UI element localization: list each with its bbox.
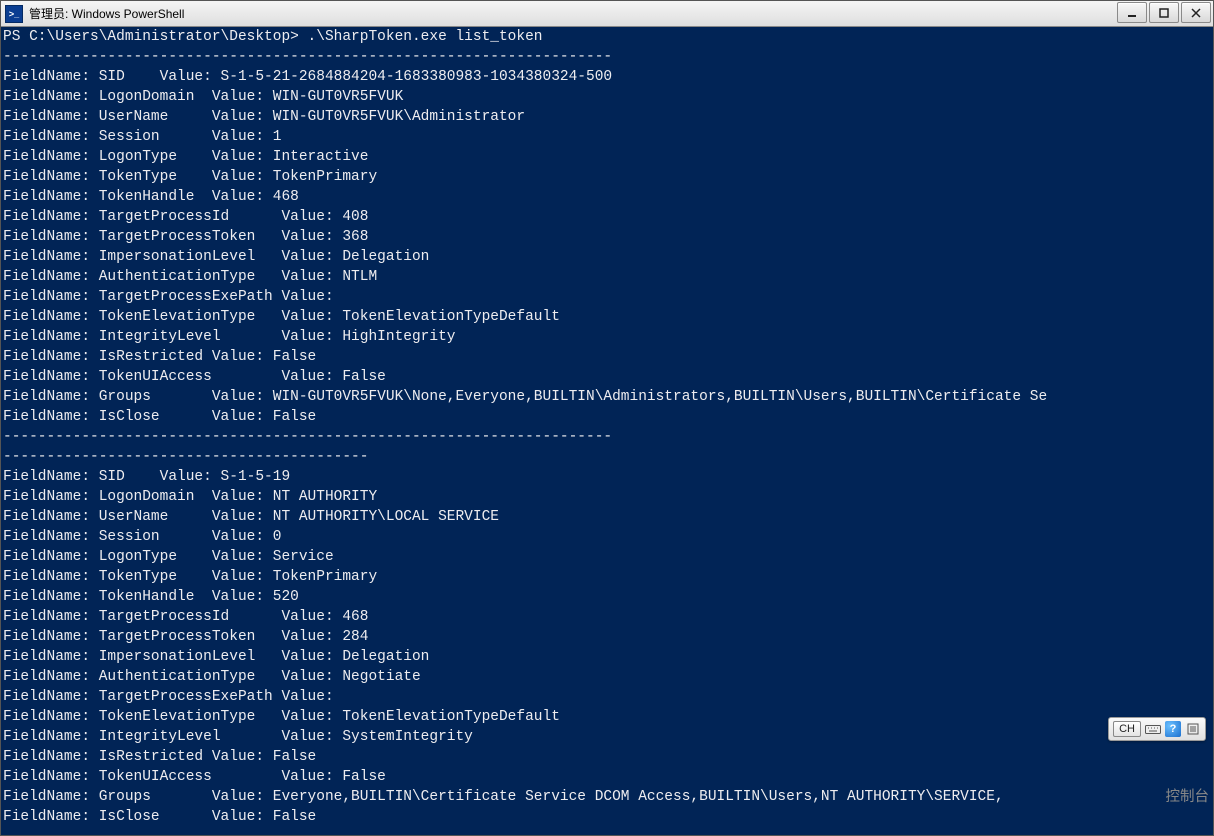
terminal-line: FieldName: IntegrityLevel Value: HighInt…: [3, 327, 1211, 347]
terminal-line: FieldName: TargetProcessId Value: 408: [3, 207, 1211, 227]
powershell-icon: >_: [5, 5, 23, 23]
maximize-button[interactable]: [1149, 2, 1179, 23]
terminal-line: FieldName: ImpersonationLevel Value: Del…: [3, 247, 1211, 267]
terminal-line: FieldName: TokenUIAccess Value: False: [3, 367, 1211, 387]
terminal-line: FieldName: TargetProcessExePath Value:: [3, 287, 1211, 307]
terminal-line: FieldName: Session Value: 0: [3, 527, 1211, 547]
terminal-line: FieldName: TokenHandle Value: 468: [3, 187, 1211, 207]
powershell-window: >_ 管理员: Windows PowerShell PS C:\Users\A…: [0, 0, 1214, 836]
terminal-line: FieldName: LogonType Value: Interactive: [3, 147, 1211, 167]
options-icon[interactable]: [1185, 721, 1201, 737]
terminal-line: ----------------------------------------…: [3, 427, 1211, 447]
ime-mode-indicator[interactable]: CH: [1113, 721, 1141, 737]
terminal-line: ----------------------------------------…: [3, 47, 1211, 67]
terminal-line: FieldName: Session Value: 1: [3, 127, 1211, 147]
terminal-line: FieldName: IsClose Value: False: [3, 807, 1211, 827]
terminal-line: FieldName: IntegrityLevel Value: SystemI…: [3, 727, 1211, 747]
terminal-line: FieldName: LogonDomain Value: WIN-GUT0VR…: [3, 87, 1211, 107]
terminal-line: FieldName: UserName Value: NT AUTHORITY\…: [3, 507, 1211, 527]
truncated-text: 控制台: [1166, 787, 1210, 807]
terminal-line: ----------------------------------------…: [3, 447, 1211, 467]
terminal-line: FieldName: TargetProcessExePath Value:: [3, 687, 1211, 707]
terminal-line: FieldName: SID Value: S-1-5-19: [3, 467, 1211, 487]
terminal-line: FieldName: SID Value: S-1-5-21-268488420…: [3, 67, 1211, 87]
window-controls: [1117, 1, 1213, 26]
terminal-line: FieldName: ImpersonationLevel Value: Del…: [3, 647, 1211, 667]
terminal-line: FieldName: Groups Value: WIN-GUT0VR5FVUK…: [3, 387, 1211, 407]
terminal-line: FieldName: LogonType Value: Service: [3, 547, 1211, 567]
terminal-line: FieldName: TokenElevationType Value: Tok…: [3, 307, 1211, 327]
help-icon[interactable]: ?: [1165, 721, 1181, 737]
terminal-line: FieldName: AuthenticationType Value: NTL…: [3, 267, 1211, 287]
terminal-line: FieldName: TokenUIAccess Value: False: [3, 767, 1211, 787]
window-title: 管理员: Windows PowerShell: [27, 5, 184, 22]
terminal-line: FieldName: TokenHandle Value: 520: [3, 587, 1211, 607]
terminal-line: FieldName: TargetProcessId Value: 468: [3, 607, 1211, 627]
titlebar[interactable]: >_ 管理员: Windows PowerShell: [1, 1, 1213, 27]
terminal-line: FieldName: AuthenticationType Value: Neg…: [3, 667, 1211, 687]
terminal-line: FieldName: IsRestricted Value: False: [3, 347, 1211, 367]
terminal-line: FieldName: TargetProcessToken Value: 368: [3, 227, 1211, 247]
ime-language-bar[interactable]: CH ?: [1108, 717, 1206, 741]
terminal-line: FieldName: IsClose Value: False: [3, 407, 1211, 427]
terminal-line: FieldName: LogonDomain Value: NT AUTHORI…: [3, 487, 1211, 507]
terminal-line: FieldName: TokenElevationType Value: Tok…: [3, 707, 1211, 727]
terminal-line: FieldName: TokenType Value: TokenPrimary: [3, 167, 1211, 187]
terminal-line: PS C:\Users\Administrator\Desktop> .\Sha…: [3, 27, 1211, 47]
terminal-line: FieldName: TokenType Value: TokenPrimary: [3, 567, 1211, 587]
minimize-button[interactable]: [1117, 2, 1147, 23]
terminal-line: FieldName: IsRestricted Value: False: [3, 747, 1211, 767]
terminal-line: FieldName: UserName Value: WIN-GUT0VR5FV…: [3, 107, 1211, 127]
terminal-line: FieldName: Groups Value: Everyone,BUILTI…: [3, 787, 1211, 807]
terminal-line: FieldName: TargetProcessToken Value: 284: [3, 627, 1211, 647]
close-button[interactable]: [1181, 2, 1211, 23]
keyboard-icon[interactable]: [1145, 721, 1161, 737]
terminal-output[interactable]: PS C:\Users\Administrator\Desktop> .\Sha…: [1, 27, 1213, 835]
